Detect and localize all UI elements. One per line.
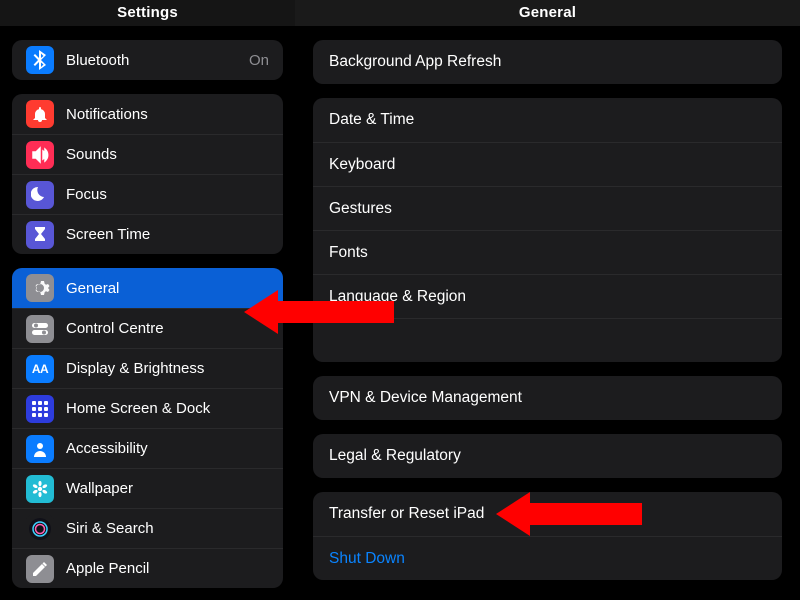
sidebar-item-display[interactable]: AA Display & Brightness <box>12 348 283 388</box>
sidebar-item-accessibility[interactable]: Accessibility <box>12 428 283 468</box>
sidebar-item-notifications[interactable]: Notifications <box>12 94 283 134</box>
sidebar-item-accessibility-label: Accessibility <box>66 440 269 457</box>
row-transfer-reset-label: Transfer or Reset iPad <box>329 505 766 523</box>
main-group-4: Transfer or Reset iPad Shut Down <box>313 492 782 580</box>
sidebar-item-general-label: General <box>66 280 269 297</box>
sidebar-item-bluetooth-value: On <box>249 52 269 69</box>
main-content: Background App Refresh Date & Time Keyboar… <box>295 26 800 600</box>
row-fonts[interactable]: Fonts <box>313 230 782 274</box>
settings-app: Settings BluetoothOn Notifications Sounds F… <box>0 0 800 600</box>
sidebar-item-applepencil[interactable]: Apple Pencil <box>12 548 283 588</box>
sidebar-item-controlcentre-label: Control Centre <box>66 320 269 337</box>
row-vpn-device-label: VPN & Device Management <box>329 389 766 407</box>
speaker-icon <box>26 141 54 169</box>
main-group-3: Legal & Regulatory <box>313 434 782 478</box>
row-vpn-device[interactable]: VPN & Device Management <box>313 376 782 420</box>
row-language-region-label: Language & Region <box>329 288 766 306</box>
switches-icon <box>26 315 54 343</box>
row-transfer-reset[interactable]: Transfer or Reset iPad <box>313 492 782 536</box>
main-title: General <box>295 0 800 26</box>
moon-icon <box>26 181 54 209</box>
bluetooth-icon <box>26 46 54 74</box>
sidebar-item-homescreen-label: Home Screen & Dock <box>66 400 269 417</box>
sidebar-item-homescreen[interactable]: Home Screen & Dock <box>12 388 283 428</box>
sidebar-item-bluetooth[interactable]: BluetoothOn <box>12 40 283 80</box>
row-language-region[interactable]: Language & Region <box>313 274 782 318</box>
row-keyboard-label: Keyboard <box>329 156 766 174</box>
row-keyboard[interactable]: Keyboard <box>313 142 782 186</box>
row-legal-label: Legal & Regulatory <box>329 447 766 465</box>
sidebar-item-display-label: Display & Brightness <box>66 360 269 377</box>
sidebar-item-screentime-label: Screen Time <box>66 226 269 243</box>
sidebar-item-sounds-label: Sounds <box>66 146 269 163</box>
row-shut-down-label: Shut Down <box>329 550 766 568</box>
sidebar: Settings BluetoothOn Notifications Sounds F… <box>0 0 295 600</box>
flower-icon <box>26 475 54 503</box>
sidebar-item-applepencil-label: Apple Pencil <box>66 560 269 577</box>
sidebar-item-siri-label: Siri & Search <box>66 520 269 537</box>
gear-icon <box>26 274 54 302</box>
sidebar-content: BluetoothOn Notifications Sounds Focus Scree… <box>0 26 295 600</box>
main-group-1: Date & Time Keyboard Gestures Fonts Language… <box>313 98 782 362</box>
sidebar-item-wallpaper[interactable]: Wallpaper <box>12 468 283 508</box>
row-gestures[interactable]: Gestures <box>313 186 782 230</box>
sidebar-item-wallpaper-label: Wallpaper <box>66 480 269 497</box>
AA-icon: AA <box>26 355 54 383</box>
grid-icon <box>26 395 54 423</box>
sidebar-item-sounds[interactable]: Sounds <box>12 134 283 174</box>
sidebar-item-focus-label: Focus <box>66 186 269 203</box>
row-date-time[interactable]: Date & Time <box>313 98 782 142</box>
sidebar-title: Settings <box>0 0 295 26</box>
person-icon <box>26 435 54 463</box>
bell-icon <box>26 100 54 128</box>
row-background-app-refresh-label: Background App Refresh <box>329 53 766 71</box>
main-panel: General Background App Refresh Date & Tim… <box>295 0 800 600</box>
row-date-time-label: Date & Time <box>329 111 766 129</box>
sidebar-item-focus[interactable]: Focus <box>12 174 283 214</box>
row-obscured[interactable] <box>313 318 782 362</box>
main-group-0: Background App Refresh <box>313 40 782 84</box>
row-background-app-refresh[interactable]: Background App Refresh <box>313 40 782 84</box>
siri-icon <box>26 515 54 543</box>
sidebar-item-siri[interactable]: Siri & Search <box>12 508 283 548</box>
hourglass-icon <box>26 221 54 249</box>
row-fonts-label: Fonts <box>329 244 766 262</box>
sidebar-group-2: General Control Centre AA Display & Brightn… <box>12 268 283 588</box>
sidebar-item-controlcentre[interactable]: Control Centre <box>12 308 283 348</box>
pencil-icon <box>26 555 54 583</box>
row-legal[interactable]: Legal & Regulatory <box>313 434 782 478</box>
row-shut-down[interactable]: Shut Down <box>313 536 782 580</box>
sidebar-group-1: Notifications Sounds Focus Screen Time <box>12 94 283 254</box>
main-group-2: VPN & Device Management <box>313 376 782 420</box>
sidebar-item-screentime[interactable]: Screen Time <box>12 214 283 254</box>
row-gestures-label: Gestures <box>329 200 766 218</box>
sidebar-item-general[interactable]: General <box>12 268 283 308</box>
sidebar-group-0: BluetoothOn <box>12 40 283 80</box>
sidebar-item-bluetooth-label: Bluetooth <box>66 52 249 69</box>
sidebar-item-notifications-label: Notifications <box>66 106 269 123</box>
